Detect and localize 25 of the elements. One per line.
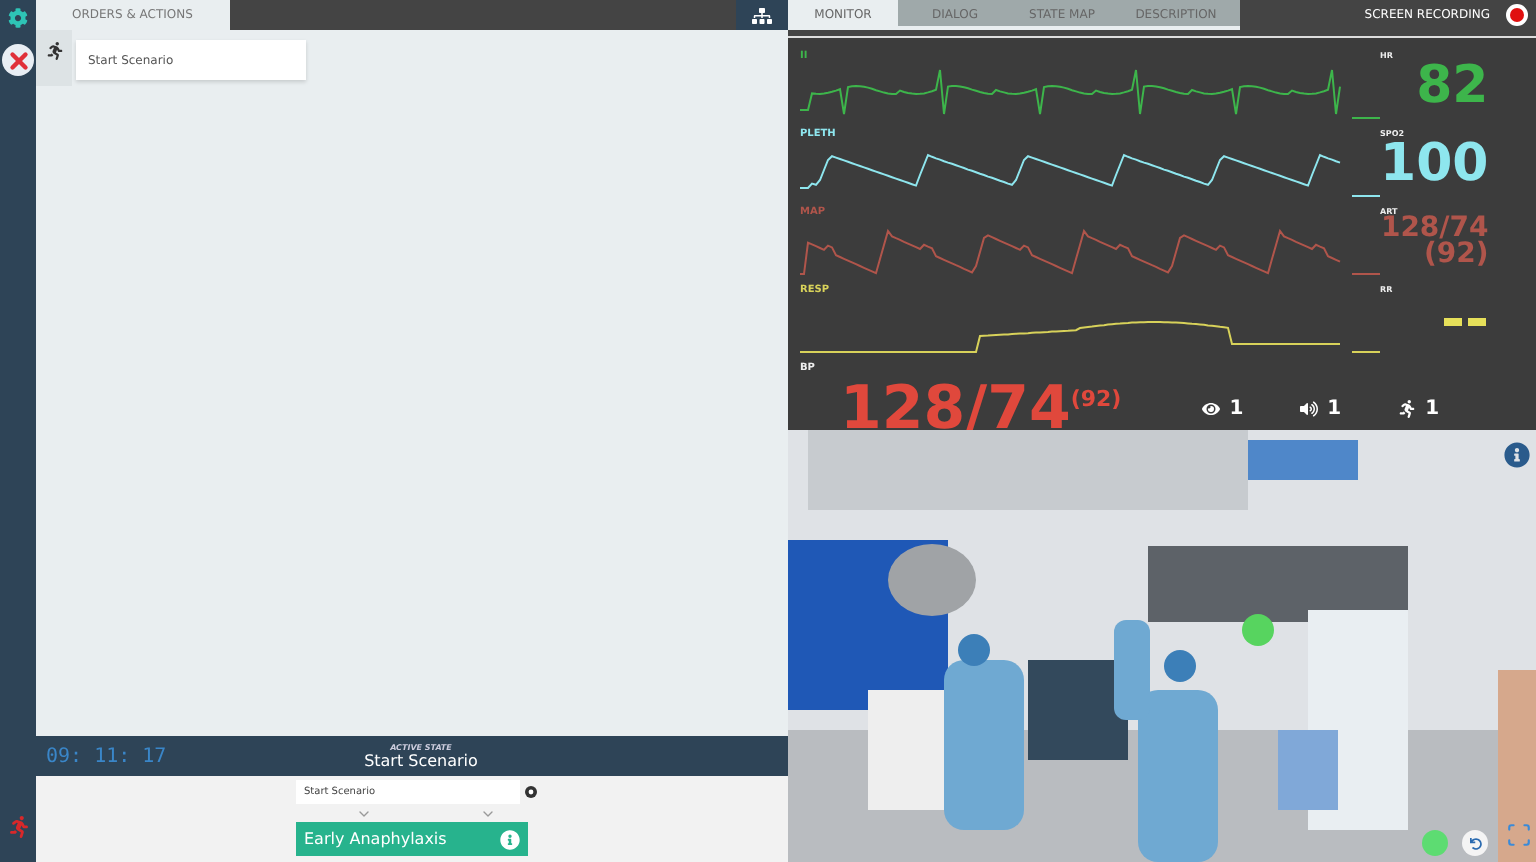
info-icon[interactable] — [500, 829, 520, 849]
counter-value: 1 — [1229, 398, 1244, 420]
close-button[interactable] — [2, 44, 34, 76]
counter-value: 1 — [1425, 398, 1440, 420]
vital-value: 82 — [1416, 60, 1489, 112]
record-button[interactable] — [1506, 4, 1528, 26]
running-person-icon[interactable] — [45, 42, 63, 60]
clock: 09: 11: 17 — [44, 745, 169, 767]
hierarchy-icon — [752, 5, 772, 25]
counter-value: 1 — [1327, 398, 1342, 420]
transition-button[interactable]: Early Anaphylaxis — [296, 822, 528, 856]
blood-pressure: 128/74$^{(92)}$ — [840, 374, 1122, 444]
vital-value: 128/74 — [1380, 216, 1489, 242]
vital-mean-value: (92) — [1424, 242, 1489, 268]
speaker-icon — [1299, 400, 1318, 418]
hierarchy-button[interactable] — [736, 0, 788, 30]
undo-icon — [1469, 837, 1481, 849]
pin-icon[interactable] — [524, 782, 538, 802]
settings-icon[interactable] — [8, 8, 28, 28]
eye-icon — [1201, 400, 1220, 418]
running-person-icon — [1397, 400, 1416, 418]
info-icon[interactable] — [1504, 442, 1530, 468]
close-icon — [5, 47, 31, 73]
active-state: Start Scenario — [364, 752, 478, 770]
vital-value: 100 — [1380, 138, 1489, 190]
